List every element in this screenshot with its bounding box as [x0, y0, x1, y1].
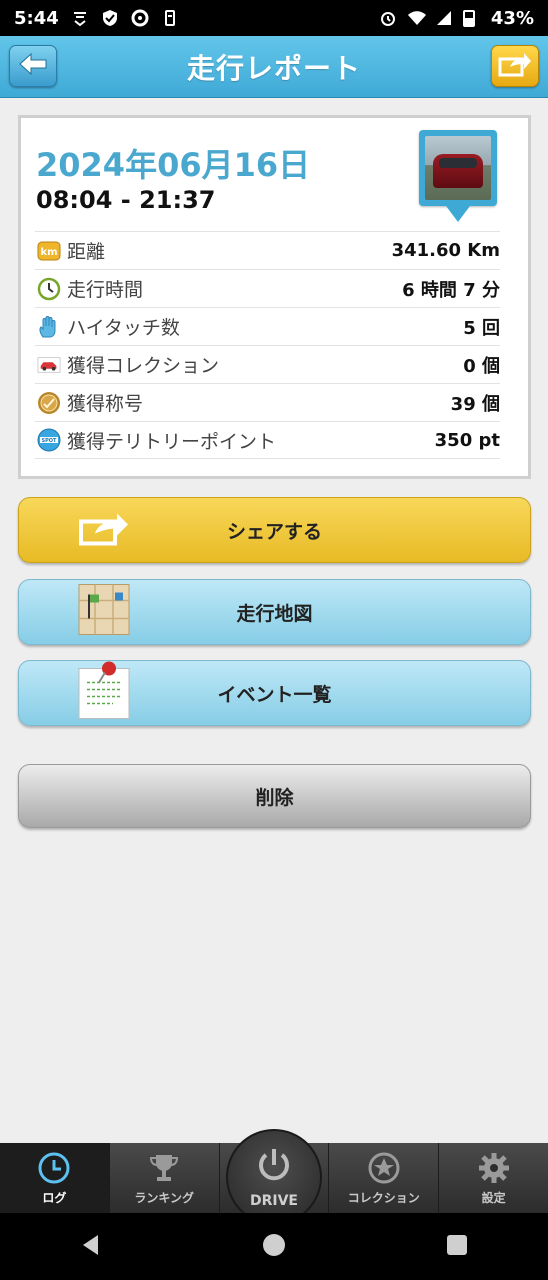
event-list-icon: [77, 661, 131, 726]
clock-icon: [37, 277, 61, 301]
battery-icon: [462, 9, 481, 27]
bottom-tab-bar: ログ ランキング DRIVE コレクション 設定: [0, 1129, 548, 1225]
shield-icon: [101, 9, 119, 27]
nav-back-icon[interactable]: [78, 1232, 104, 1262]
km-icon: km: [37, 239, 61, 263]
share-button-label: シェアする: [226, 520, 322, 543]
back-button[interactable]: [9, 45, 57, 87]
stat-row-titles: 獲得称号 39 個: [35, 383, 500, 421]
report-stats: km 距離 341.60 Km 走行時間 6 時間 7 分 ハイタッチ数 5 回…: [35, 231, 500, 459]
status-bar: 5:44 43%: [0, 0, 548, 36]
app-header: 走行レポート: [0, 36, 548, 98]
medal-icon: [37, 391, 61, 415]
share-button[interactable]: シェアする: [18, 497, 531, 563]
delete-button-label: 削除: [255, 786, 294, 809]
tab-settings[interactable]: 設定: [439, 1143, 548, 1213]
svg-text:km: km: [40, 247, 57, 258]
svg-text:SPOT: SPOT: [42, 438, 58, 444]
event-list-button[interactable]: イベント一覧: [18, 660, 531, 726]
clock-icon: [37, 1151, 71, 1185]
report-card: 2024年06月16日 08:04 - 21:37 km 距離 341.60 K…: [18, 115, 531, 479]
device-icon: [161, 9, 179, 27]
tab-ranking[interactable]: ランキング: [110, 1143, 220, 1213]
drive-map-label: 走行地図: [236, 602, 313, 625]
stat-row-distance: km 距離 341.60 Km: [35, 231, 500, 269]
high-five-icon: [37, 315, 61, 339]
nav-recents-icon[interactable]: [444, 1232, 470, 1262]
spot-icon: SPOT: [37, 428, 61, 452]
stat-row-collection: 獲得コレクション 0 個: [35, 345, 500, 383]
stat-row-drive-time: 走行時間 6 時間 7 分: [35, 269, 500, 307]
stat-row-territory: SPOT 獲得テリトリーポイント 350 pt: [35, 421, 500, 459]
report-date: 2024年06月16日: [36, 146, 311, 184]
tab-drive[interactable]: DRIVE: [220, 1129, 330, 1225]
status-time: 5:44: [14, 7, 59, 29]
car-thumbnail: [419, 130, 497, 225]
car-icon: [37, 353, 61, 377]
tab-collection[interactable]: コレクション: [329, 1143, 440, 1213]
drive-map-button[interactable]: 走行地図: [18, 579, 531, 645]
share-icon: [77, 510, 131, 551]
map-icon: [77, 583, 131, 642]
page-title: 走行レポート: [186, 51, 361, 85]
nav-home-icon[interactable]: [261, 1232, 287, 1262]
share-icon: [498, 51, 532, 81]
wifi-icon: [407, 9, 426, 27]
star-icon: [367, 1151, 401, 1185]
alarm-icon: [379, 9, 397, 27]
back-arrow-icon: [18, 52, 48, 80]
battery-percent: 43%: [490, 7, 534, 29]
delete-button[interactable]: 削除: [18, 764, 531, 828]
tab-log[interactable]: ログ: [0, 1143, 110, 1213]
stat-row-high-five: ハイタッチ数 5 回: [35, 307, 500, 345]
map-pin-icon: [446, 206, 470, 222]
notification-icon: [71, 9, 89, 27]
gear-icon: [477, 1151, 511, 1185]
event-list-label: イベント一覧: [217, 683, 332, 706]
drive-button[interactable]: DRIVE: [225, 1129, 322, 1225]
power-icon: [254, 1145, 294, 1189]
trophy-icon: [147, 1151, 181, 1185]
app-icon: [131, 9, 149, 27]
header-share-button[interactable]: [491, 45, 539, 87]
system-navigation-bar: [0, 1213, 548, 1280]
signal-icon: [435, 9, 453, 27]
report-time-range: 08:04 - 21:37: [36, 186, 216, 214]
